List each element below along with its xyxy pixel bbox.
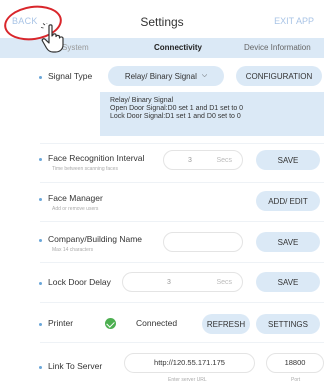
divider xyxy=(40,302,324,303)
server-port-input[interactable]: 18800 xyxy=(266,353,324,373)
configuration-button[interactable]: CONFIGURATION xyxy=(236,66,322,86)
divider xyxy=(40,143,324,144)
signal-type-select[interactable]: Relay/ Binary Signal ⌵ xyxy=(108,66,224,86)
face-recognition-sublabel: Time between scanning faces xyxy=(52,166,118,172)
refresh-label: REFRESH xyxy=(206,319,246,329)
lock-delay-value: 3 xyxy=(167,279,171,286)
face-manager-sublabel: Add or remove users xyxy=(52,206,99,212)
printer-settings-button[interactable]: SETTINGS xyxy=(256,314,320,334)
chevron-down-icon: ⌵ xyxy=(201,72,208,79)
save-label: SAVE xyxy=(277,277,299,287)
server-url-input[interactable]: http://120.55.171.175 xyxy=(124,353,255,373)
divider xyxy=(40,342,324,343)
save-label: SAVE xyxy=(277,155,299,165)
bullet-icon xyxy=(39,323,42,326)
tab-connectivity[interactable]: Connectivity xyxy=(154,43,202,52)
face-interval-value: 3 xyxy=(188,157,192,164)
face-interval-field[interactable]: 3 Secs xyxy=(163,150,243,170)
signal-info-line-3: Lock Door Signal:D1 set 1 and D0 set to … xyxy=(110,113,241,120)
signal-info-box: Relay/ Binary Signal Open Door Signal:D0… xyxy=(100,92,324,136)
pointer-hand-icon xyxy=(40,23,64,53)
face-recognition-label: Face Recognition Interval xyxy=(48,153,145,163)
bullet-icon xyxy=(39,239,42,242)
signal-info-line-2: Open Door Signal:D0 set 1 and D1 set to … xyxy=(110,105,244,112)
printer-status: Connected xyxy=(136,318,178,328)
face-manager-label: Face Manager xyxy=(48,193,103,203)
company-name-sublabel: Max 14 characters xyxy=(52,247,94,253)
company-name-save-button[interactable]: SAVE xyxy=(256,232,320,252)
lock-delay-input[interactable]: 3 Secs xyxy=(122,272,243,292)
server-label: Link To Server xyxy=(48,361,103,371)
add-edit-button[interactable]: ADD/ EDIT xyxy=(256,191,320,211)
lock-delay-label: Lock Door Delay xyxy=(48,277,111,287)
server-port-hint: Port xyxy=(291,377,301,383)
printer-label: Printer xyxy=(48,318,74,328)
divider xyxy=(40,262,324,263)
signal-type-label: Signal Type xyxy=(48,71,93,81)
face-interval-unit: Secs xyxy=(216,157,232,164)
save-label: SAVE xyxy=(277,237,299,247)
company-name-input[interactable] xyxy=(163,232,243,252)
company-name-label: Company/Building Name xyxy=(48,234,143,244)
exit-app-button[interactable]: EXIT APP xyxy=(274,16,314,26)
configuration-label: CONFIGURATION xyxy=(245,71,313,81)
check-circle-icon xyxy=(105,318,116,329)
divider xyxy=(40,221,324,222)
signal-info-line-1: Relay/ Binary Signal xyxy=(110,97,174,104)
add-edit-label: ADD/ EDIT xyxy=(268,196,308,206)
face-interval-save-button[interactable]: SAVE xyxy=(256,150,320,170)
tab-device-information[interactable]: Device Information xyxy=(244,43,311,52)
lock-delay-unit: Secs xyxy=(216,279,232,286)
bullet-icon xyxy=(39,198,42,201)
server-url-hint: Enter server URL xyxy=(168,377,207,383)
signal-type-value: Relay/ Binary Signal xyxy=(124,71,197,81)
bullet-icon xyxy=(39,366,42,369)
lock-delay-save-button[interactable]: SAVE xyxy=(256,272,320,292)
settings-label: SETTINGS xyxy=(267,319,308,329)
bullet-icon xyxy=(39,76,42,79)
bullet-icon xyxy=(39,282,42,285)
divider xyxy=(40,182,324,183)
bullet-icon xyxy=(39,158,42,161)
printer-refresh-button[interactable]: REFRESH xyxy=(202,314,250,334)
